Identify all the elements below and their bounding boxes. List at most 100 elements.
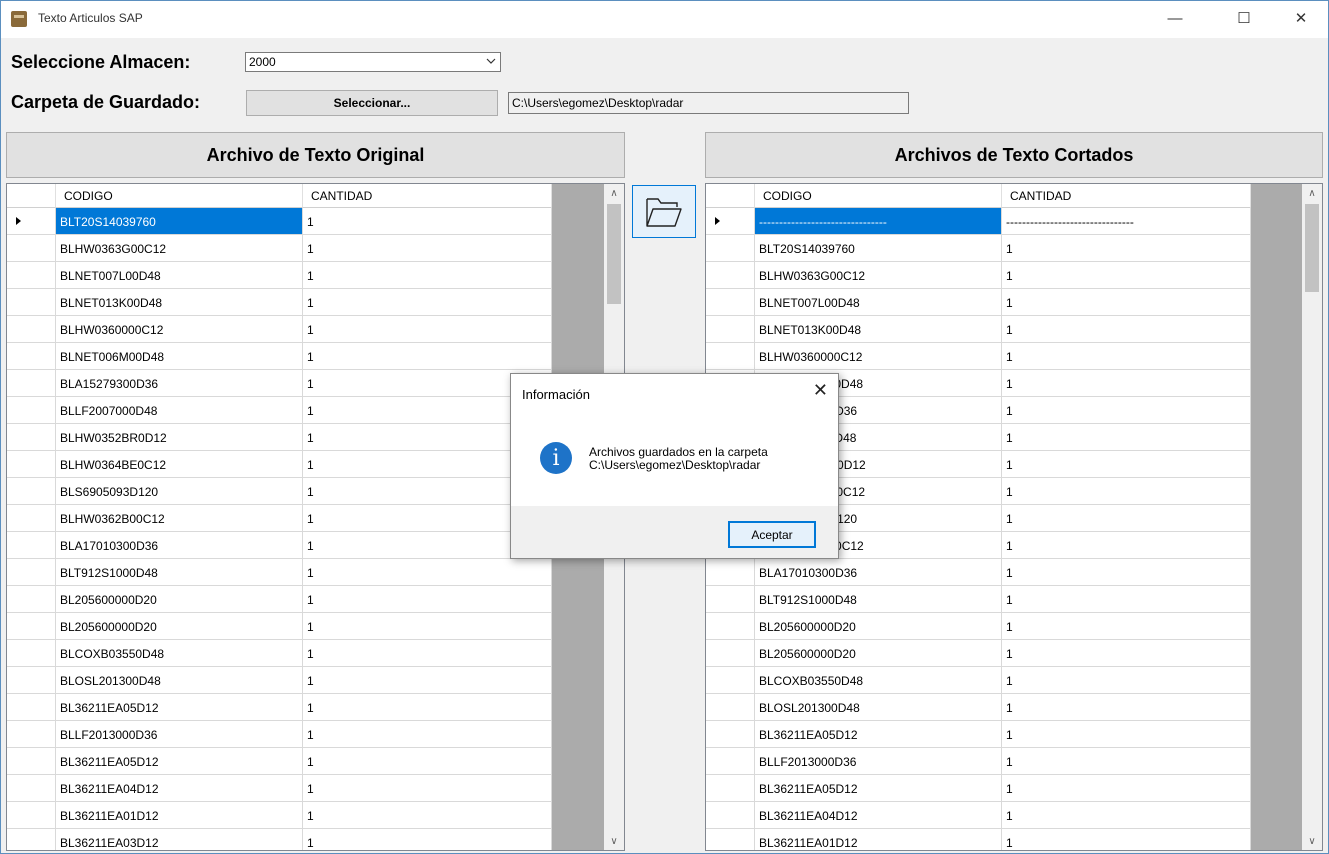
row-header[interactable] bbox=[7, 478, 56, 505]
cell-codigo[interactable]: BL36211EA05D12 bbox=[56, 694, 303, 721]
cell-cantidad[interactable]: 1 bbox=[303, 775, 552, 802]
cell-codigo[interactable]: BLT912S1000D48 bbox=[56, 559, 303, 586]
cell-codigo[interactable]: BLNET007L00D48 bbox=[56, 262, 303, 289]
row-header[interactable] bbox=[706, 613, 755, 640]
row-header[interactable] bbox=[7, 640, 56, 667]
cell-codigo[interactable]: BLLF2013000D36 bbox=[56, 721, 303, 748]
row-header[interactable] bbox=[706, 694, 755, 721]
cell-codigo[interactable]: BL205600000D20 bbox=[56, 613, 303, 640]
open-folder-button[interactable] bbox=[632, 185, 696, 238]
row-header[interactable] bbox=[7, 802, 56, 829]
cell-cantidad[interactable]: 1 bbox=[303, 316, 552, 343]
cell-cantidad[interactable]: 1 bbox=[303, 829, 552, 850]
cell-cantidad[interactable]: 1 bbox=[1002, 532, 1251, 559]
vertical-scrollbar[interactable]: ∧ ∨ bbox=[1302, 184, 1322, 850]
cell-codigo[interactable]: BLHW0364BE0C12 bbox=[56, 451, 303, 478]
cell-cantidad[interactable]: 1 bbox=[1002, 829, 1251, 850]
cell-codigo[interactable]: BL36211EA01D12 bbox=[56, 802, 303, 829]
cell-codigo[interactable]: BL36211EA04D12 bbox=[755, 802, 1002, 829]
cell-codigo[interactable]: -------------------------------- bbox=[755, 208, 1002, 235]
cell-codigo[interactable]: BLHW0352BR0D12 bbox=[56, 424, 303, 451]
row-header[interactable] bbox=[706, 235, 755, 262]
select-folder-button[interactable]: Seleccionar... bbox=[246, 90, 498, 116]
cell-cantidad[interactable]: 1 bbox=[303, 343, 552, 370]
cell-codigo[interactable]: BLHW0363G00C12 bbox=[56, 235, 303, 262]
row-header[interactable] bbox=[706, 208, 755, 235]
cell-codigo[interactable]: BLT20S14039760 bbox=[56, 208, 303, 235]
row-header[interactable] bbox=[706, 586, 755, 613]
cell-cantidad[interactable]: 1 bbox=[1002, 667, 1251, 694]
cell-codigo[interactable]: BLA17010300D36 bbox=[56, 532, 303, 559]
cell-cantidad[interactable]: 1 bbox=[303, 289, 552, 316]
scroll-up-icon[interactable]: ∧ bbox=[1302, 184, 1322, 202]
cell-cantidad[interactable]: 1 bbox=[1002, 721, 1251, 748]
scroll-up-icon[interactable]: ∧ bbox=[604, 184, 624, 202]
row-header[interactable] bbox=[7, 694, 56, 721]
cell-codigo[interactable]: BLLF2007000D48 bbox=[56, 397, 303, 424]
cell-codigo[interactable]: BLA17010300D36 bbox=[755, 559, 1002, 586]
cell-codigo[interactable]: BL205600000D20 bbox=[755, 613, 1002, 640]
cell-cantidad[interactable]: 1 bbox=[1002, 370, 1251, 397]
cell-cantidad[interactable]: 1 bbox=[1002, 424, 1251, 451]
cell-cantidad[interactable]: 1 bbox=[1002, 748, 1251, 775]
row-header[interactable] bbox=[7, 829, 56, 850]
cell-cantidad[interactable]: -------------------------------- bbox=[1002, 208, 1251, 235]
accept-button[interactable]: Aceptar bbox=[728, 521, 816, 548]
cut-files-header[interactable]: Archivos de Texto Cortados bbox=[705, 132, 1323, 178]
cell-cantidad[interactable]: 1 bbox=[303, 208, 552, 235]
original-file-header[interactable]: Archivo de Texto Original bbox=[6, 132, 625, 178]
cell-codigo[interactable]: BLNET007L00D48 bbox=[755, 289, 1002, 316]
row-header[interactable] bbox=[706, 721, 755, 748]
cell-codigo[interactable]: BLHW0360000C12 bbox=[56, 316, 303, 343]
cell-codigo[interactable]: BLCOXB03550D48 bbox=[56, 640, 303, 667]
cell-codigo[interactable]: BLOSL201300D48 bbox=[56, 667, 303, 694]
cell-cantidad[interactable]: 1 bbox=[303, 748, 552, 775]
row-header[interactable] bbox=[7, 316, 56, 343]
cell-cantidad[interactable]: 1 bbox=[303, 640, 552, 667]
row-header[interactable] bbox=[706, 289, 755, 316]
row-header[interactable] bbox=[706, 343, 755, 370]
cell-cantidad[interactable]: 1 bbox=[303, 694, 552, 721]
dialog-close-button[interactable]: ✕ bbox=[813, 380, 828, 401]
cell-cantidad[interactable]: 1 bbox=[1002, 640, 1251, 667]
row-header[interactable] bbox=[7, 613, 56, 640]
row-header[interactable] bbox=[706, 262, 755, 289]
cell-cantidad[interactable]: 1 bbox=[1002, 694, 1251, 721]
cell-cantidad[interactable]: 1 bbox=[303, 586, 552, 613]
column-header-cantidad[interactable]: CANTIDAD bbox=[1002, 184, 1251, 208]
cell-cantidad[interactable]: 1 bbox=[1002, 559, 1251, 586]
cell-cantidad[interactable]: 1 bbox=[303, 559, 552, 586]
path-field[interactable]: C:\Users\egomez\Desktop\radar bbox=[508, 92, 909, 114]
scroll-down-icon[interactable]: ∨ bbox=[1302, 832, 1322, 850]
cell-codigo[interactable]: BLLF2013000D36 bbox=[755, 748, 1002, 775]
cell-cantidad[interactable]: 1 bbox=[1002, 478, 1251, 505]
row-header[interactable] bbox=[7, 532, 56, 559]
cell-codigo[interactable]: BLS6905093D120 bbox=[56, 478, 303, 505]
column-header-codigo[interactable]: CODIGO bbox=[755, 184, 1002, 208]
close-button[interactable]: ✕ bbox=[1278, 0, 1324, 36]
cell-cantidad[interactable]: 1 bbox=[1002, 802, 1251, 829]
row-header[interactable] bbox=[7, 451, 56, 478]
cell-cantidad[interactable]: 1 bbox=[303, 262, 552, 289]
cell-codigo[interactable]: BLNET013K00D48 bbox=[755, 316, 1002, 343]
cell-codigo[interactable]: BLHW0363G00C12 bbox=[755, 262, 1002, 289]
row-header[interactable] bbox=[7, 748, 56, 775]
column-header-cantidad[interactable]: CANTIDAD bbox=[303, 184, 552, 208]
row-header[interactable] bbox=[7, 667, 56, 694]
row-header[interactable] bbox=[7, 721, 56, 748]
row-header[interactable] bbox=[706, 316, 755, 343]
row-header[interactable] bbox=[7, 370, 56, 397]
cell-codigo[interactable]: BLHW0360000C12 bbox=[755, 343, 1002, 370]
cell-cantidad[interactable]: 1 bbox=[1002, 586, 1251, 613]
row-header[interactable] bbox=[7, 559, 56, 586]
row-header[interactable] bbox=[7, 235, 56, 262]
cell-codigo[interactable]: BL36211EA05D12 bbox=[56, 748, 303, 775]
row-header[interactable] bbox=[7, 208, 56, 235]
row-header[interactable] bbox=[706, 829, 755, 850]
cell-cantidad[interactable]: 1 bbox=[1002, 262, 1251, 289]
row-header[interactable] bbox=[706, 559, 755, 586]
scroll-thumb[interactable] bbox=[1305, 204, 1319, 292]
cell-codigo[interactable]: BL205600000D20 bbox=[755, 640, 1002, 667]
cell-cantidad[interactable]: 1 bbox=[1002, 343, 1251, 370]
cell-codigo[interactable]: BL36211EA04D12 bbox=[56, 775, 303, 802]
